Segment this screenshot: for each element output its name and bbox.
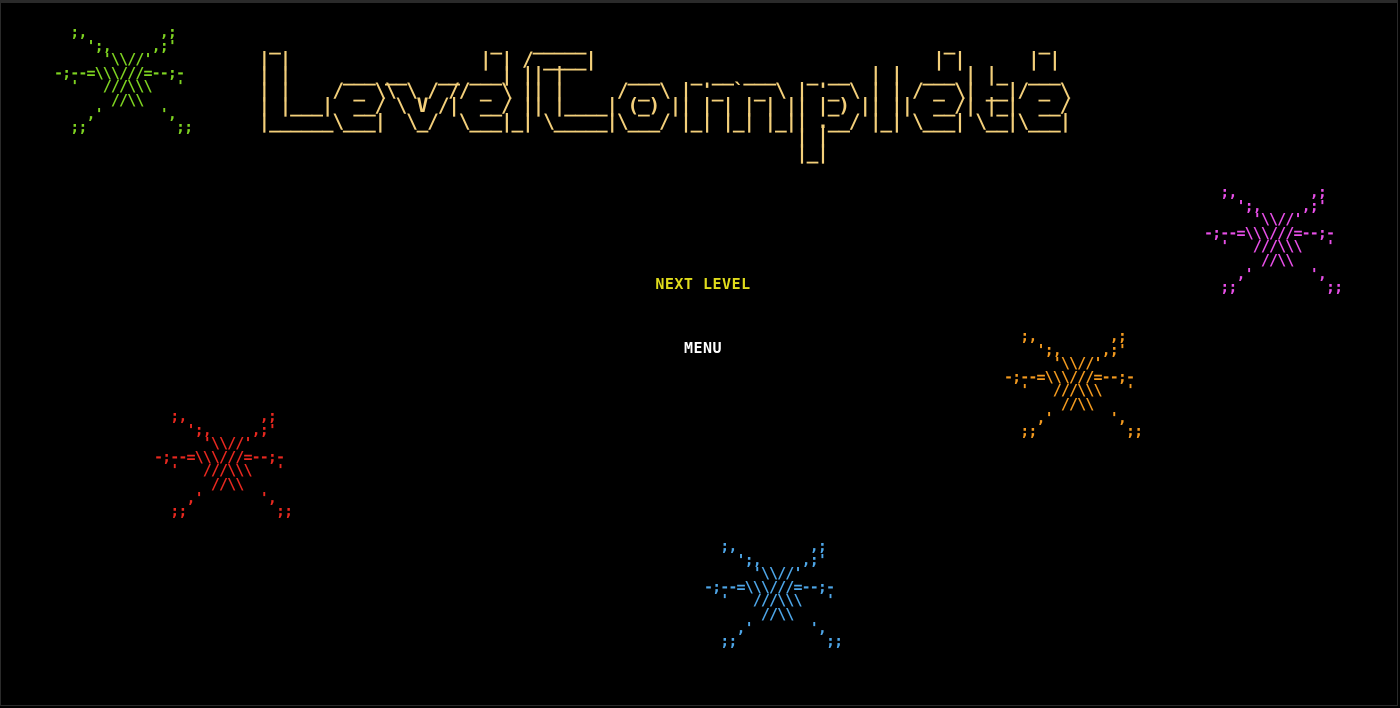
spider-green: ;, ,; ';, ,;' '\\//' -;--=\\\///=--;- ' …: [54, 23, 193, 137]
spider-blue: ;, ,; ';, ,;' '\\//' -;--=\\\///=--;- ' …: [704, 537, 843, 651]
next-level-button[interactable]: NEXT LEVEL: [0, 275, 1400, 293]
menu-button[interactable]: MENU: [0, 339, 1400, 357]
spider-red: ;, ,; ';, ,;' '\\//' -;--=\\\///=--;- ' …: [154, 407, 293, 521]
level-complete-title: _ _ _____ _ _ | | | | / ____| | | | | | …: [258, 32, 1072, 164]
